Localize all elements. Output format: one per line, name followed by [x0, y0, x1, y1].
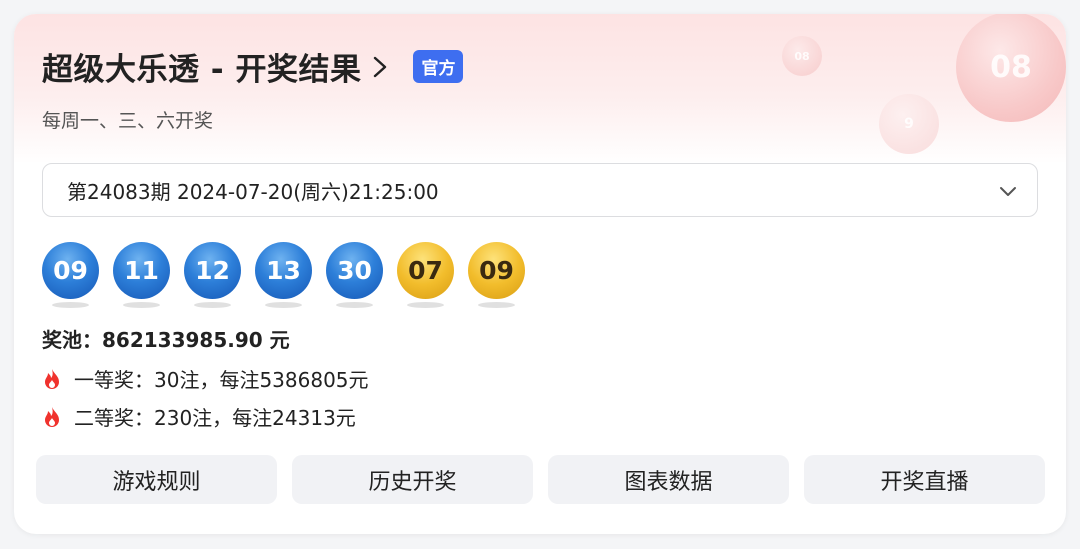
- prize-row-second: 二等奖：230注，每注24313元: [42, 402, 356, 431]
- prize-first-text: 一等奖：30注，每注5386805元: [74, 368, 369, 392]
- front-ball: 09: [42, 242, 99, 308]
- front-ball: 30: [326, 242, 383, 308]
- lottery-result-card: 08 08 9 超级大乐透 - 开奖结果 官方 每周一、三、六开奖 第24083…: [14, 14, 1066, 534]
- chevron-right-icon[interactable]: [369, 52, 391, 82]
- chevron-down-icon[interactable]: [997, 180, 1019, 202]
- prize-second-text: 二等奖：230注，每注24313元: [74, 406, 356, 430]
- live-draw-button[interactable]: 开奖直播: [804, 455, 1045, 504]
- period-dropdown[interactable]: 第24083期 2024-07-20(周六)21:25:00: [42, 163, 1038, 217]
- front-ball: 12: [184, 242, 241, 308]
- front-ball: 11: [113, 242, 170, 308]
- action-bar: 游戏规则 历史开奖 图表数据 开奖直播: [36, 455, 1060, 504]
- flame-icon: [45, 368, 59, 389]
- page-title[interactable]: 超级大乐透 - 开奖结果: [42, 44, 361, 89]
- back-ball: 09: [468, 242, 525, 308]
- game-rules-button[interactable]: 游戏规则: [36, 455, 277, 504]
- prize-pool: 奖池：862133985.90 元: [42, 328, 290, 352]
- winning-numbers: 09 11 12 13 30 07 09: [42, 242, 539, 308]
- header-background: 08 08 9: [14, 14, 1066, 164]
- prize-row-first: 一等奖：30注，每注5386805元: [42, 364, 369, 393]
- decorative-ball: 08: [956, 14, 1066, 122]
- chart-data-button[interactable]: 图表数据: [548, 455, 789, 504]
- period-value: 第24083期 2024-07-20(周六)21:25:00: [67, 179, 439, 204]
- official-badge: 官方: [413, 50, 464, 83]
- decorative-ball: 08: [782, 36, 822, 76]
- decorative-ball: 9: [879, 94, 939, 154]
- title-row[interactable]: 超级大乐透 - 开奖结果 官方: [42, 44, 464, 89]
- front-ball: 13: [255, 242, 312, 308]
- back-ball: 07: [397, 242, 454, 308]
- history-draws-button[interactable]: 历史开奖: [292, 455, 533, 504]
- flame-icon: [45, 406, 59, 427]
- draw-schedule: 每周一、三、六开奖: [42, 110, 214, 132]
